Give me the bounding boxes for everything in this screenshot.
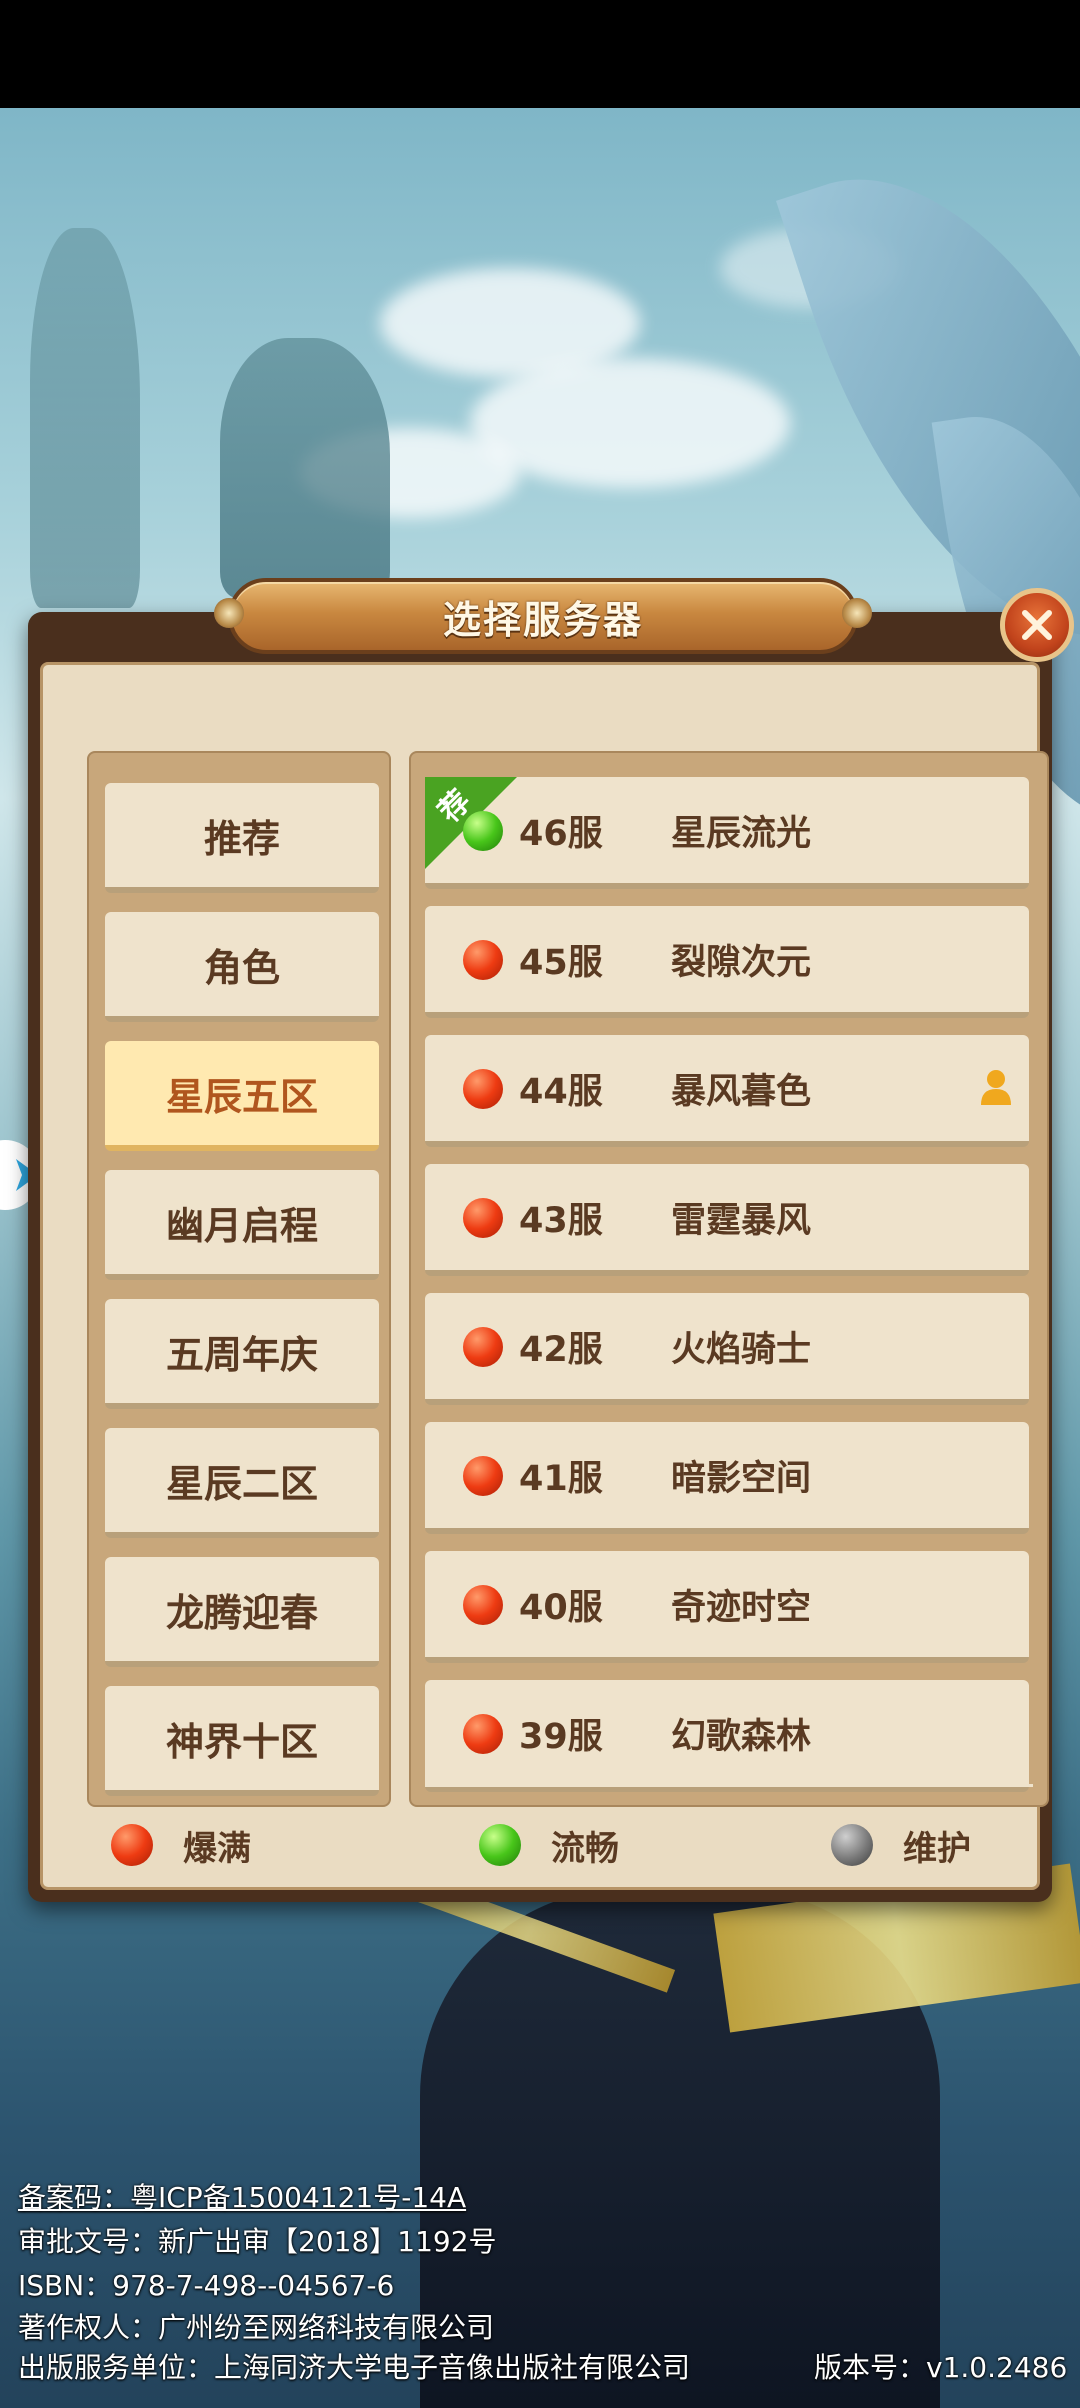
server-name: 裂隙次元 [671,943,812,983]
footer-approval: 审批文号：新广出审【2018】1192号 [18,2225,497,2258]
role-person-icon [981,1070,1011,1105]
legend-label: 流畅 [551,1828,619,1869]
category-label: 五周年庆 [165,1332,318,1377]
footer-isbn: ISBN：978-7-498--04567-6 [18,2269,395,2302]
status-bar [0,0,1080,108]
legend-smooth: 流畅 [479,1815,619,1875]
list-divider [425,1784,1033,1787]
category-list: 推荐 角色 星辰五区 幽月启程 五周年庆 星辰二区 龙腾迎春 神界十区 [87,751,391,1807]
server-name: 奇迹时空 [671,1588,812,1628]
server-name: 星辰流光 [671,814,812,854]
server-row[interactable]: 44服 暴风暮色 [425,1035,1029,1147]
server-row[interactable]: 39服 幻歌森林 [425,1680,1029,1792]
status-full-icon [463,1327,503,1367]
server-number: 44服 [519,1072,603,1112]
ornament-left-icon [214,598,244,628]
legend-label: 爆满 [183,1828,251,1869]
server-number: 45服 [519,943,603,983]
category-label: 角色 [203,945,280,990]
category-label: 星辰二区 [165,1461,318,1506]
footer-publisher: 出版服务单位：上海同济大学电子音像出版社有限公司 [18,2351,691,2384]
status-full-icon [463,1069,503,1109]
footer-version: 版本号：v1.0.2486 [814,2351,1068,2384]
server-number: 43服 [519,1201,603,1241]
ornament-right-icon [842,598,872,628]
server-number: 42服 [519,1330,603,1370]
server-number: 41服 [519,1459,603,1499]
close-icon [1022,610,1052,640]
server-row[interactable]: 荐 46服 星辰流光 [425,777,1029,889]
status-maintenance-icon [831,1824,873,1866]
server-name: 暗影空间 [671,1459,812,1499]
category-label: 龙腾迎春 [165,1590,318,1635]
status-full-icon [463,940,503,980]
dialog-body: 推荐 角色 星辰五区 幽月启程 五周年庆 星辰二区 龙腾迎春 神界十区 荐 46… [40,662,1049,1890]
status-full-icon [463,1585,503,1625]
server-name: 幻歌森林 [671,1717,812,1757]
server-row[interactable]: 42服 火焰骑士 [425,1293,1029,1405]
category-tab-recommended[interactable]: 推荐 [105,783,379,893]
category-tab-xingchen-5[interactable]: 星辰五区 [105,1041,379,1151]
legend-label: 维护 [903,1828,971,1869]
dialog-title-plate: 选择服务器 [214,578,872,654]
category-tab-roles[interactable]: 角色 [105,912,379,1022]
server-select-dialog: 选择服务器 推荐 角色 星辰五区 幽月启程 五周年庆 星辰二区 龙腾迎春 神界十… [28,578,1074,1902]
status-full-icon [111,1824,153,1866]
server-number: 46服 [519,814,603,854]
category-label: 星辰五区 [165,1074,318,1119]
server-row[interactable]: 45服 裂隙次元 [425,906,1029,1018]
dialog-title: 选择服务器 [442,597,643,642]
footer-copyright: 著作权人：广州纷至网络科技有限公司 [18,2311,495,2344]
category-tab-anniversary[interactable]: 五周年庆 [105,1299,379,1409]
category-tab-youyue[interactable]: 幽月启程 [105,1170,379,1280]
server-row[interactable]: 40服 奇迹时空 [425,1551,1029,1663]
category-label: 神界十区 [165,1719,318,1764]
server-name: 暴风暮色 [671,1072,812,1112]
server-name: 雷霆暴风 [671,1201,812,1241]
status-full-icon [463,1714,503,1754]
category-label: 幽月启程 [165,1203,318,1248]
category-label: 推荐 [203,816,280,861]
close-button[interactable] [1000,588,1074,662]
server-row[interactable]: 41服 暗影空间 [425,1422,1029,1534]
footer-icp[interactable]: 备案码：粤ICP备15004121号-14A [18,2176,466,2216]
status-smooth-icon [479,1824,521,1866]
legend-full: 爆满 [111,1815,251,1875]
category-tab-longteng[interactable]: 龙腾迎春 [105,1557,379,1667]
category-tab-shenjie-10[interactable]: 神界十区 [105,1686,379,1796]
server-list: 荐 46服 星辰流光 45服 裂隙次元 44服 暴风暮色 43服 雷霆暴风 42… [409,751,1049,1807]
status-full-icon [463,1456,503,1496]
server-name: 火焰骑士 [671,1330,812,1370]
status-full-icon [463,1198,503,1238]
legend-maintenance: 维护 [831,1815,971,1875]
status-smooth-icon [463,811,503,851]
server-number: 39服 [519,1717,603,1757]
category-tab-xingchen-2[interactable]: 星辰二区 [105,1428,379,1538]
server-number: 40服 [519,1588,603,1628]
server-row[interactable]: 43服 雷霆暴风 [425,1164,1029,1276]
